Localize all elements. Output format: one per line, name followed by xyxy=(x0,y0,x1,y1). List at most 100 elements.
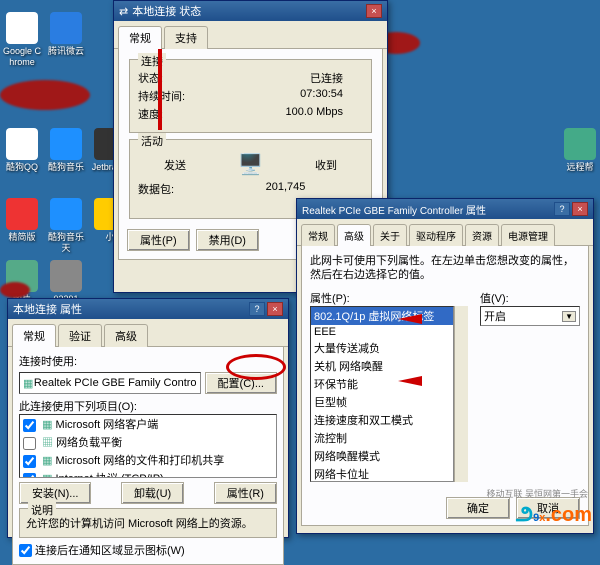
list-item[interactable]: ▦ Microsoft 网络的文件和打印机共享 xyxy=(20,451,276,469)
tab-general[interactable]: 常规 xyxy=(12,324,56,347)
value-select[interactable]: 开启▼ xyxy=(480,306,580,326)
connect-using-label: 连接时使用: xyxy=(19,353,277,369)
disable-button[interactable]: 禁用(D) xyxy=(196,229,259,251)
description-group: 说明 允许您的计算机访问 Microsoft 网络上的资源。 xyxy=(19,508,277,538)
recv-label: 收到 xyxy=(315,157,337,173)
window-title: 本地连接 状态 xyxy=(132,3,201,19)
list-item[interactable]: 大量传送减负 xyxy=(311,339,453,357)
adapter-name: Realtek PCIe GBE Family Contro xyxy=(34,377,197,389)
duration-label: 持续时间: xyxy=(138,88,228,104)
icon-label: 精简版 xyxy=(2,232,42,243)
status-label: 状态: xyxy=(138,70,228,86)
app-icon xyxy=(50,128,82,160)
desktop-icon[interactable]: 酷狗音乐天 xyxy=(46,198,86,254)
tab[interactable]: 关于 xyxy=(373,224,407,246)
titlebar[interactable]: 本地连接 属性 ?× xyxy=(8,299,288,319)
speed-label: 速度: xyxy=(138,106,228,122)
install-button[interactable]: 安装(N)... xyxy=(19,482,91,504)
sent-label: 发送 xyxy=(164,157,186,173)
uninstall-button[interactable]: 卸载(U) xyxy=(121,482,184,504)
help-icon[interactable]: ? xyxy=(554,202,570,216)
tab-auth[interactable]: 验证 xyxy=(58,324,102,347)
status-value: 已连接 xyxy=(228,70,363,86)
tab[interactable]: 资源 xyxy=(465,224,499,246)
list-item[interactable]: 网络卡位址 xyxy=(311,465,453,482)
list-item[interactable]: 流控制 xyxy=(311,429,453,447)
app-icon xyxy=(6,128,38,160)
desktop-icon[interactable]: 酷狗QQ xyxy=(2,128,42,173)
desktop-icon[interactable]: 腾讯微云 xyxy=(46,12,86,57)
item-properties-button[interactable]: 属性(R) xyxy=(214,482,277,504)
items-label: 此连接使用下列项目(O): xyxy=(19,398,277,414)
tab-general[interactable]: 常规 xyxy=(118,26,162,49)
tabs: 常规 支持 xyxy=(114,21,387,49)
help-icon[interactable]: ? xyxy=(249,302,265,316)
tab[interactable]: 驱动程序 xyxy=(409,224,463,246)
close-icon[interactable]: × xyxy=(267,302,283,316)
tab[interactable]: 常规 xyxy=(301,224,335,246)
tab[interactable]: 高级 xyxy=(337,224,371,246)
ok-button[interactable]: 确定 xyxy=(446,497,510,519)
connection-properties-window: 本地连接 属性 ?× 常规 验证 高级 连接时使用: ▦ Realtek PCI… xyxy=(7,298,289,538)
properties-list[interactable]: 802.1Q/1p 虚拟网络标签EEE大量传送减负关机 网络唤醒环保节能巨型帧连… xyxy=(310,306,454,482)
list-item[interactable]: EEE xyxy=(311,325,453,339)
window-title: Realtek PCIe GBE Family Controller 属性 xyxy=(302,202,486,217)
list-item[interactable]: ▦ Internet 协议 (TCP/IP) xyxy=(20,469,276,478)
packets-value: 201,745 xyxy=(228,181,363,197)
hint-text: 此网卡可使用下列属性。在左边单击您想改变的属性，然后在右边选择它的值。 xyxy=(310,254,580,282)
list-item[interactable]: 巨型帧 xyxy=(311,393,453,411)
close-icon[interactable]: × xyxy=(366,4,382,18)
list-item[interactable]: 802.1Q/1p 虚拟网络标签 xyxy=(311,307,453,325)
desktop-icon[interactable]: Google Chrome xyxy=(2,12,42,68)
tab-support[interactable]: 支持 xyxy=(164,26,208,49)
icon-label: 酷狗音乐天 xyxy=(46,232,86,254)
speed-value: 100.0 Mbps xyxy=(228,106,363,122)
packets-label: 数据包: xyxy=(138,181,228,197)
value-label: 值(V): xyxy=(480,290,580,306)
group-act-title: 活动 xyxy=(138,133,166,149)
app-icon xyxy=(564,128,596,160)
desc-title: 说明 xyxy=(28,502,56,518)
icon-label: Google Chrome xyxy=(2,46,42,68)
tab[interactable]: 电源管理 xyxy=(501,224,555,246)
app-icon xyxy=(50,198,82,230)
adapter-advanced-window: Realtek PCIe GBE Family Controller 属性 ?×… xyxy=(296,198,594,534)
titlebar[interactable]: Realtek PCIe GBE Family Controller 属性 ?× xyxy=(297,199,593,219)
icon-label: 腾讯微云 xyxy=(46,46,86,57)
icon-label: 远程帮 xyxy=(560,162,600,173)
components-list[interactable]: ▦ Microsoft 网络客户端 ▦ 网络负载平衡 ▦ Microsoft 网… xyxy=(19,414,277,478)
chevron-down-icon[interactable]: ▼ xyxy=(562,311,576,322)
list-item[interactable]: ▦ 网络负载平衡 xyxy=(20,433,276,451)
desc-text: 允许您的计算机访问 Microsoft 网络上的资源。 xyxy=(26,515,270,531)
app-icon xyxy=(50,260,82,292)
activity-icon: 🖥️ xyxy=(238,152,263,177)
tabs: 常规 验证 高级 xyxy=(8,319,288,347)
show-icon-checkbox[interactable]: 连接后在通知区域显示图标(W) xyxy=(19,542,277,558)
group-connection: 连接 状态:已连接 持续时间:07:30:54 速度:100.0 Mbps xyxy=(129,59,372,133)
duration-value: 07:30:54 xyxy=(228,88,363,104)
window-title: 本地连接 属性 xyxy=(13,301,82,317)
properties-button[interactable]: 属性(P) xyxy=(127,229,190,251)
adapter-field: ▦ Realtek PCIe GBE Family Contro xyxy=(19,372,201,394)
close-icon[interactable]: × xyxy=(572,202,588,216)
list-item[interactable]: 网络唤醒模式 xyxy=(311,447,453,465)
desktop-icon[interactable]: 精简版 xyxy=(2,198,42,243)
watermark-logo: ౨9x.com xyxy=(516,496,592,532)
icon-label: 酷狗音乐 xyxy=(46,162,86,173)
app-icon xyxy=(6,12,38,44)
configure-button[interactable]: 配置(C)... xyxy=(205,372,277,394)
scrollbar[interactable] xyxy=(454,306,468,482)
property-label: 属性(P): xyxy=(310,290,468,306)
list-item[interactable]: 环保节能 xyxy=(311,375,453,393)
list-item[interactable]: 关机 网络唤醒 xyxy=(311,357,453,375)
app-icon xyxy=(6,260,38,292)
tabs: 常规高级关于驱动程序资源电源管理 xyxy=(297,219,593,246)
app-icon xyxy=(50,12,82,44)
network-icon: ⇄ xyxy=(119,5,128,18)
titlebar[interactable]: ⇄ 本地连接 状态 × xyxy=(114,1,387,21)
tab-advanced[interactable]: 高级 xyxy=(104,324,148,347)
list-item[interactable]: ▦ Microsoft 网络客户端 xyxy=(20,415,276,433)
list-item[interactable]: 连接速度和双工模式 xyxy=(311,411,453,429)
desktop-icon[interactable]: 远程帮 xyxy=(560,128,600,173)
desktop-icon[interactable]: 酷狗音乐 xyxy=(46,128,86,173)
